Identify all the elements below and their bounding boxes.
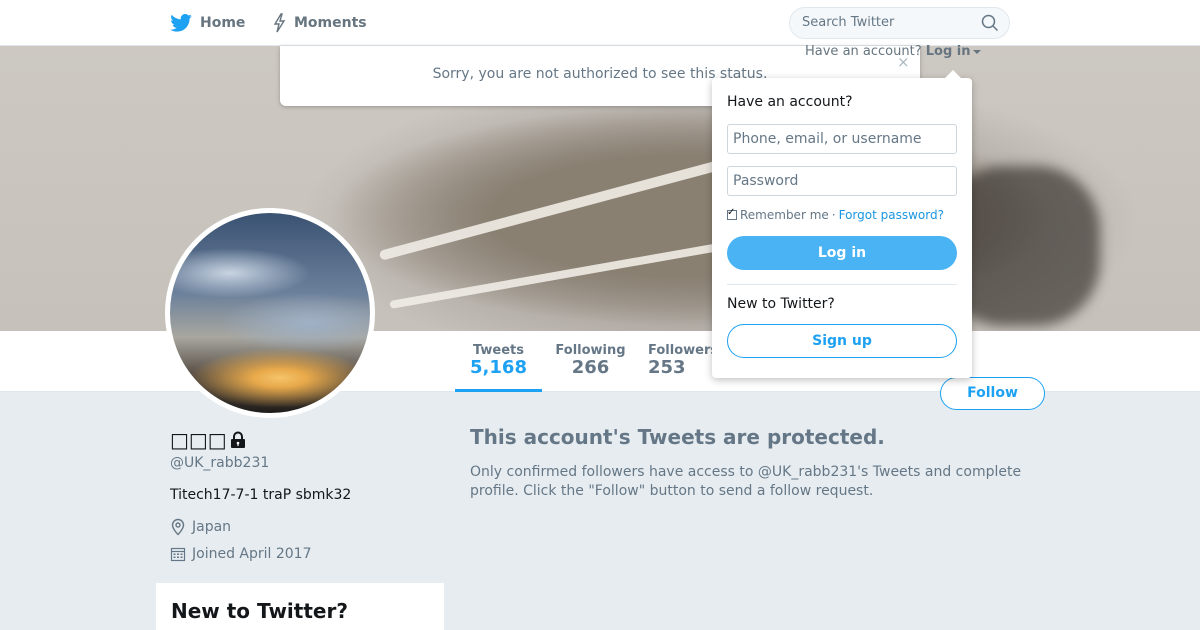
stat-following-label: Following bbox=[555, 343, 626, 358]
stat-followers-label: Followers bbox=[648, 343, 719, 358]
lock-icon bbox=[230, 431, 245, 448]
signup-card-title: New to Twitter? bbox=[171, 599, 348, 623]
stat-tweets[interactable]: Tweets 5,168 bbox=[455, 331, 542, 392]
forgot-password-link[interactable]: Forgot password? bbox=[839, 208, 944, 222]
profile-joined-text: Joined April 2017 bbox=[192, 546, 312, 562]
chevron-down-icon[interactable] bbox=[972, 49, 981, 54]
search-input[interactable]: Search Twitter bbox=[789, 7, 1010, 39]
top-navigation-bar: Home Moments Search Twitter bbox=[0, 0, 1200, 46]
stat-followers[interactable]: Followers 253 bbox=[648, 331, 718, 392]
stat-following-value: 266 bbox=[571, 357, 610, 378]
nav-home-label: Home bbox=[200, 15, 246, 31]
login-dropdown: Have an account? Phone, email, or userna… bbox=[712, 78, 972, 378]
search-placeholder: Search Twitter bbox=[802, 15, 895, 30]
profile-bio: Titech17-7-1 traP sbmk32 bbox=[170, 487, 352, 503]
profile-handle[interactable]: @UK_rabb231 bbox=[170, 455, 269, 471]
login-heading: Have an account? bbox=[727, 94, 853, 110]
lightning-icon bbox=[273, 13, 286, 33]
avatar[interactable] bbox=[165, 208, 375, 418]
follow-button[interactable]: Follow bbox=[940, 377, 1045, 410]
stat-tweets-label: Tweets bbox=[472, 343, 525, 358]
twitter-bird-icon bbox=[170, 14, 192, 32]
profile-joined: Joined April 2017 bbox=[170, 546, 312, 562]
protected-text: Only confirmed followers have access to … bbox=[470, 464, 1022, 499]
divider bbox=[727, 284, 957, 285]
separator: · bbox=[831, 208, 836, 222]
remember-checkbox[interactable] bbox=[727, 207, 737, 220]
protected-title: This account's Tweets are protected. bbox=[470, 425, 885, 449]
login-prompt: Have an account? bbox=[805, 44, 922, 59]
nav-moments[interactable]: Moments bbox=[272, 0, 367, 46]
remember-label[interactable]: Remember me bbox=[740, 208, 829, 222]
password-placeholder: Password bbox=[733, 173, 799, 189]
username-field[interactable]: Phone, email, or username bbox=[727, 124, 957, 154]
search-icon[interactable] bbox=[981, 14, 999, 32]
new-to-twitter-heading: New to Twitter? bbox=[727, 296, 835, 312]
password-field[interactable]: Password bbox=[727, 166, 957, 196]
login-link[interactable]: Log in bbox=[926, 44, 971, 59]
signup-button[interactable]: Sign up bbox=[727, 324, 957, 358]
profile-name-text: □□□ bbox=[170, 428, 227, 452]
banner-detail bbox=[389, 238, 746, 309]
profile-name: □□□ bbox=[170, 428, 247, 452]
profile-location: Japan bbox=[170, 518, 231, 536]
signup-card: New to Twitter? bbox=[156, 583, 444, 630]
remember-row: Remember me · Forgot password? bbox=[727, 207, 944, 222]
calendar-icon bbox=[170, 547, 186, 562]
login-toggle: Have an account? Log in bbox=[805, 44, 981, 59]
nav-home[interactable]: Home bbox=[170, 0, 245, 46]
login-button[interactable]: Log in bbox=[727, 236, 957, 270]
banner-detail bbox=[378, 157, 730, 261]
nav-moments-label: Moments bbox=[294, 15, 367, 31]
dropdown-arrow bbox=[944, 70, 962, 79]
stat-tweets-value: 5,168 bbox=[470, 357, 527, 378]
username-placeholder: Phone, email, or username bbox=[733, 131, 922, 147]
stat-following[interactable]: Following 266 bbox=[548, 331, 633, 392]
profile-location-text: Japan bbox=[192, 519, 232, 535]
stat-followers-value: 253 bbox=[648, 357, 686, 378]
location-pin-icon bbox=[171, 518, 185, 536]
